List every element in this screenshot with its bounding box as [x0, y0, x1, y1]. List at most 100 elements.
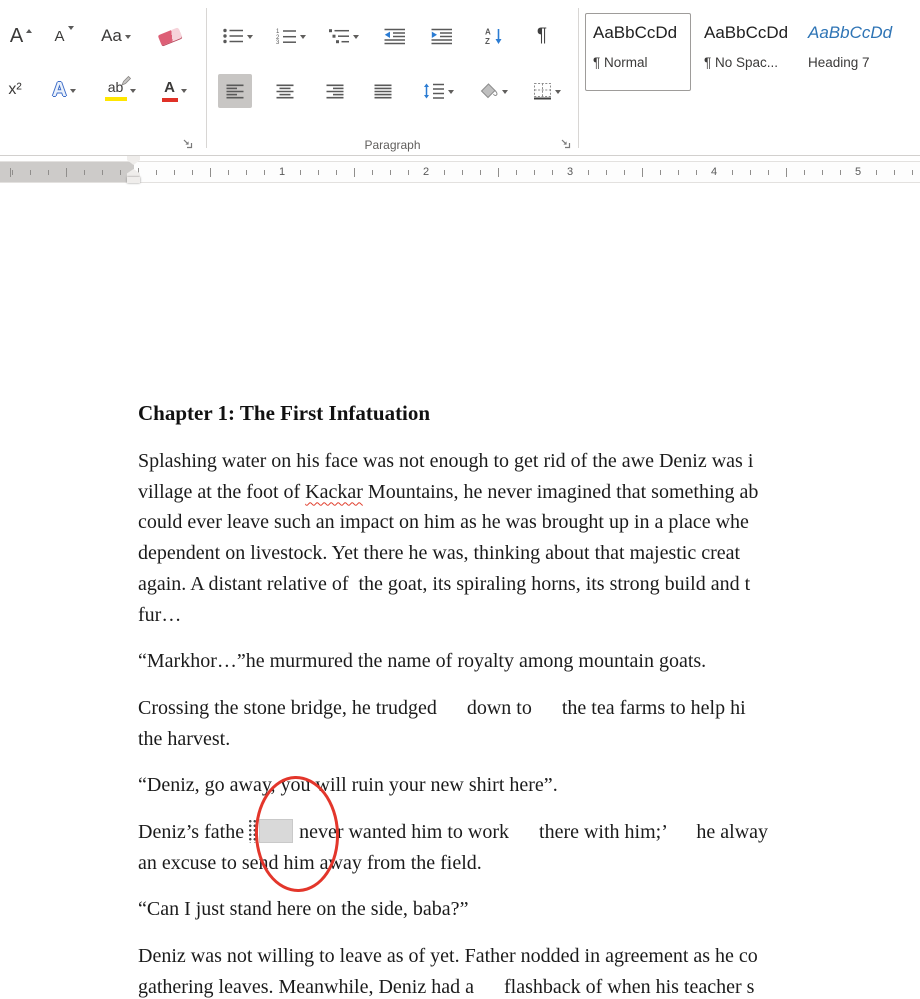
paragraph: Crossing the stone bridge, he trudged do…: [138, 693, 920, 754]
chevron-down-icon[interactable]: [181, 89, 187, 96]
ribbon: A A Aa x² A ab: [0, 0, 920, 156]
text-line[interactable]: again. A distant relative of the goat, i…: [138, 569, 920, 600]
decrease-indent-button[interactable]: [376, 16, 414, 56]
chevron-down-icon[interactable]: [130, 89, 136, 96]
highlight-color-bar: [105, 97, 127, 101]
paragraph-dialog-launcher[interactable]: [558, 136, 572, 150]
borders-button[interactable]: [522, 74, 572, 108]
line-spacing-icon: [423, 83, 445, 99]
text-line[interactable]: “Deniz, go away, you will ruin your new …: [138, 770, 920, 801]
highlight-icon: ab: [105, 79, 127, 101]
chapter-heading[interactable]: Chapter 1: The First Infatuation: [138, 398, 920, 429]
text-line[interactable]: Deniz’s fathenever wanted him to work th…: [138, 817, 920, 848]
multilevel-list-button[interactable]: [320, 16, 368, 56]
chevron-down-icon[interactable]: [353, 35, 359, 42]
sort-icon: A Z: [485, 27, 504, 45]
font-color-icon: A: [162, 79, 178, 102]
multilevel-list-icon: [329, 28, 350, 44]
text-highlight-color-button[interactable]: ab: [92, 70, 148, 110]
paragraph: “Can I just stand here on the side, baba…: [138, 894, 920, 925]
style-preview: AaBbCcDd: [808, 23, 913, 43]
font-color-button[interactable]: A: [150, 70, 198, 110]
bullets-button[interactable]: [214, 16, 262, 56]
clear-formatting-button[interactable]: [148, 16, 192, 56]
sort-button[interactable]: A Z: [474, 16, 514, 56]
text-line[interactable]: could ever leave such an impact on him a…: [138, 507, 920, 538]
chevron-down-icon[interactable]: [555, 90, 561, 97]
text-line[interactable]: Deniz was not willing to leave as of yet…: [138, 941, 920, 972]
justify-button[interactable]: [366, 74, 400, 108]
shrink-font-button[interactable]: A: [46, 16, 82, 56]
align-left-icon: [226, 84, 244, 99]
dialog-launcher-icon: [560, 138, 571, 149]
text-run: Mountains, he never imagined that someth…: [363, 481, 758, 503]
text-line[interactable]: Crossing the stone bridge, he trudged do…: [138, 693, 920, 724]
grow-font-button[interactable]: A: [2, 16, 40, 56]
paragraph-group-label: Paragraph: [207, 138, 578, 152]
text-line[interactable]: “Can I just stand here on the side, baba…: [138, 894, 920, 925]
font-dialog-launcher[interactable]: [180, 136, 194, 150]
align-right-button[interactable]: [318, 74, 352, 108]
chevron-down-icon: [125, 35, 131, 42]
svg-text:Z: Z: [485, 37, 490, 45]
svg-text:A: A: [485, 28, 491, 37]
ruler-number: 3: [564, 166, 576, 178]
horizontal-ruler: 12345: [0, 156, 920, 189]
change-case-label: Aa: [101, 26, 122, 46]
text-line[interactable]: Splashing water on his face was not enou…: [138, 446, 920, 477]
line-spacing-button[interactable]: [414, 74, 462, 108]
object-placeholder-box: [259, 819, 293, 843]
highlighter-pen-icon: [120, 75, 132, 87]
grow-font-letter: A: [10, 25, 23, 48]
word-window: A A Aa x² A ab: [0, 0, 920, 999]
align-center-icon: [276, 84, 294, 99]
text-line[interactable]: village at the foot of Kackar Mountains,…: [138, 477, 920, 508]
shrink-font-letter: A: [54, 28, 64, 45]
pilcrow-icon: ¶: [537, 25, 547, 47]
bullets-icon: [223, 28, 244, 44]
group-divider: [578, 8, 579, 148]
chevron-down-icon[interactable]: [502, 90, 508, 97]
text-line[interactable]: an excuse to send him away from the fiel…: [138, 848, 920, 879]
misspelled-word[interactable]: Kackar: [305, 481, 363, 503]
change-case-button[interactable]: Aa: [88, 16, 144, 56]
align-left-button[interactable]: [218, 74, 252, 108]
object-selection-handle-icon: [248, 819, 257, 843]
style-card-normal[interactable]: AaBbCcDd ¶ Normal: [585, 13, 691, 91]
shrink-font-arrow-icon: [68, 26, 74, 33]
eraser-icon: [158, 27, 183, 45]
style-card-no-spacing[interactable]: AaBbCcDd ¶ No Spac...: [696, 13, 796, 91]
text-line[interactable]: dependent on livestock. Yet there he was…: [138, 538, 920, 569]
font-color-bar: [162, 98, 178, 102]
ruler-number: 4: [708, 166, 720, 178]
chevron-down-icon[interactable]: [448, 90, 454, 97]
paragraph: Deniz’s fathenever wanted him to work th…: [138, 817, 920, 878]
svg-text:3: 3: [276, 40, 280, 44]
text-effects-button[interactable]: A: [40, 70, 88, 110]
text-line[interactable]: fur…: [138, 600, 920, 631]
numbering-button[interactable]: 1 2 3: [266, 16, 316, 56]
show-hide-pilcrow-button[interactable]: ¶: [524, 16, 560, 56]
embedded-object[interactable]: [248, 819, 293, 843]
document-page[interactable]: Chapter 1: The First Infatuation Splashi…: [0, 189, 920, 999]
style-card-heading7[interactable]: AaBbCcDd Heading 7: [800, 13, 914, 91]
shading-button[interactable]: [468, 74, 518, 108]
dialog-launcher-icon: [182, 138, 193, 149]
paragraph: Splashing water on his face was not enou…: [138, 446, 920, 630]
align-center-button[interactable]: [268, 74, 302, 108]
grow-font-arrow-icon: [26, 26, 32, 33]
left-indent-marker[interactable]: [127, 177, 140, 183]
text-line[interactable]: “Markhor…”he murmured the name of royalt…: [138, 646, 920, 677]
style-label: Heading 7: [808, 55, 913, 70]
borders-icon: [533, 82, 552, 100]
align-right-icon: [326, 84, 344, 99]
document-content: Chapter 1: The First Infatuation Splashi…: [0, 189, 920, 999]
chevron-down-icon[interactable]: [300, 35, 306, 42]
chevron-down-icon[interactable]: [247, 35, 253, 42]
text-line[interactable]: gathering leaves. Meanwhile, Deniz had a…: [138, 972, 920, 999]
text-line[interactable]: the harvest.: [138, 724, 920, 755]
chevron-down-icon: [70, 89, 76, 96]
increase-indent-button[interactable]: [422, 16, 462, 56]
style-preview: AaBbCcDd: [593, 23, 690, 43]
superscript-button[interactable]: x²: [0, 70, 32, 110]
